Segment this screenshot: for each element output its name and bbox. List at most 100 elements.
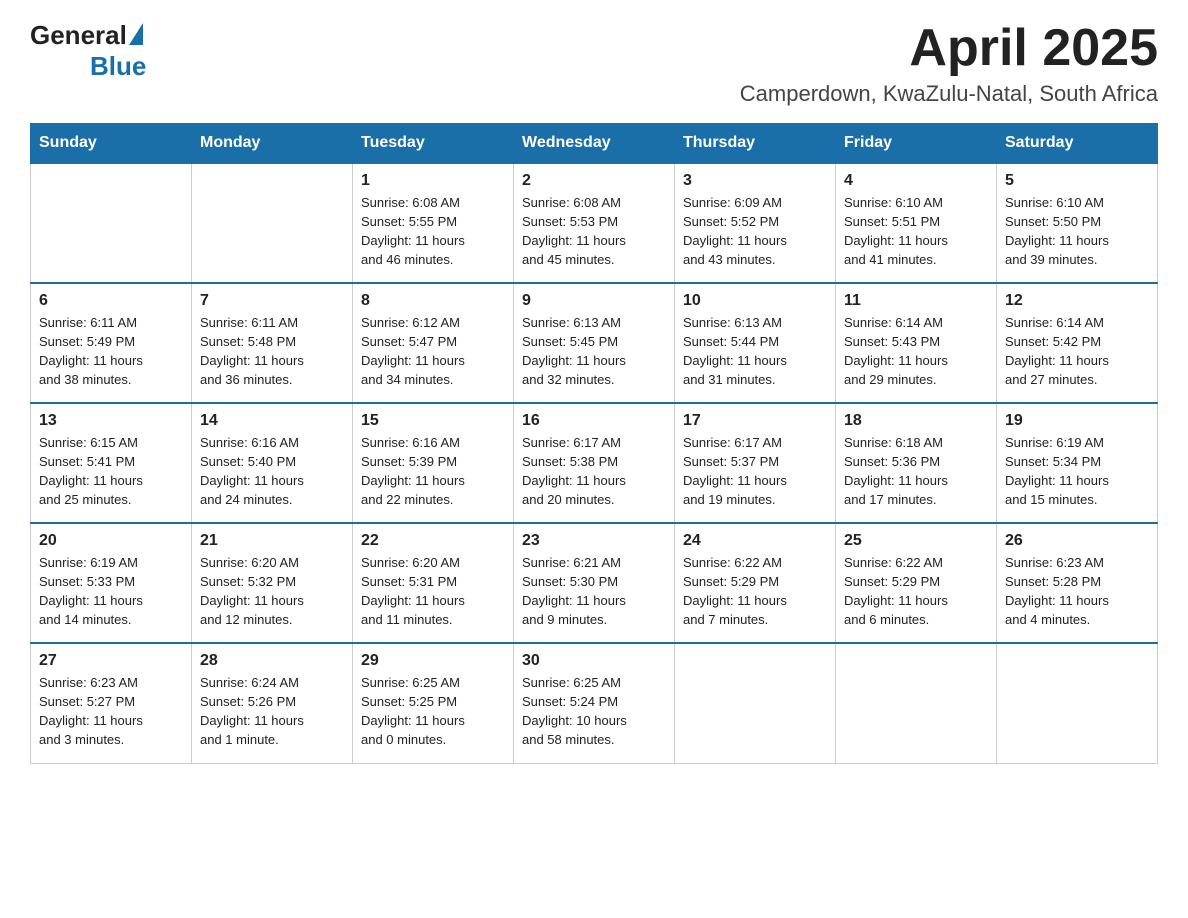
month-title: April 2025 — [740, 20, 1158, 77]
weekday-header-saturday: Saturday — [997, 124, 1158, 164]
calendar-cell: 14 Sunrise: 6:16 AM Sunset: 5:40 PM Dayli… — [192, 403, 353, 523]
title-area: April 2025 Camperdown, KwaZulu-Natal, So… — [740, 20, 1158, 107]
calendar-table: SundayMondayTuesdayWednesdayThursdayFrid… — [30, 123, 1158, 764]
calendar-week-row: 27 Sunrise: 6:23 AM Sunset: 5:27 PM Dayli… — [31, 643, 1158, 763]
day-number: 16 — [522, 412, 666, 430]
calendar-cell: 26Sunrise: 6:23 AM Sunset: 5:28 PM Dayli… — [997, 523, 1158, 643]
calendar-week-row: 1 Sunrise: 6:08 AM Sunset: 5:55 PM Daylig… — [31, 163, 1158, 283]
day-number: 29 — [361, 652, 505, 670]
day-info: Sunrise: 6:09 AM Sunset: 5:52 PM Dayligh… — [683, 194, 827, 269]
day-number: 28 — [200, 652, 344, 670]
calendar-cell: 16 Sunrise: 6:17 AM Sunset: 5:38 PM Dayli… — [514, 403, 675, 523]
day-info: Sunrise: 6:16 AM Sunset: 5:40 PM Dayligh… — [200, 434, 344, 509]
calendar-cell: 23 Sunrise: 6:21 AM Sunset: 5:30 PM Dayli… — [514, 523, 675, 643]
calendar-cell: 13 Sunrise: 6:15 AM Sunset: 5:41 PM Dayli… — [31, 403, 192, 523]
day-number: 10 — [683, 292, 827, 310]
day-info: Sunrise: 6:15 AM Sunset: 5:41 PM Dayligh… — [39, 434, 183, 509]
day-number: 15 — [361, 412, 505, 430]
day-number: 11 — [844, 292, 988, 310]
day-number: 21 — [200, 532, 344, 550]
day-info: Sunrise: 6:17 AM Sunset: 5:38 PM Dayligh… — [522, 434, 666, 509]
day-number: 1 — [361, 172, 505, 190]
calendar-cell — [997, 643, 1158, 763]
calendar-cell: 29 Sunrise: 6:25 AM Sunset: 5:25 PM Dayli… — [353, 643, 514, 763]
calendar-cell: 28 Sunrise: 6:24 AM Sunset: 5:26 PM Dayli… — [192, 643, 353, 763]
calendar-cell: 10 Sunrise: 6:13 AM Sunset: 5:44 PM Dayli… — [675, 283, 836, 403]
calendar-cell: 20Sunrise: 6:19 AM Sunset: 5:33 PM Dayli… — [31, 523, 192, 643]
day-info: Sunrise: 6:19 AM Sunset: 5:34 PM Dayligh… — [1005, 434, 1149, 509]
logo-blue-text: Blue — [90, 51, 146, 82]
calendar-cell: 8 Sunrise: 6:12 AM Sunset: 5:47 PM Daylig… — [353, 283, 514, 403]
day-number: 3 — [683, 172, 827, 190]
day-info: Sunrise: 6:23 AM Sunset: 5:27 PM Dayligh… — [39, 674, 183, 749]
day-number: 9 — [522, 292, 666, 310]
day-info: Sunrise: 6:25 AM Sunset: 5:25 PM Dayligh… — [361, 674, 505, 749]
day-info: Sunrise: 6:13 AM Sunset: 5:45 PM Dayligh… — [522, 314, 666, 389]
day-info: Sunrise: 6:20 AM Sunset: 5:31 PM Dayligh… — [361, 554, 505, 629]
day-info: Sunrise: 6:21 AM Sunset: 5:30 PM Dayligh… — [522, 554, 666, 629]
day-number: 20 — [39, 532, 183, 550]
calendar-cell: 15 Sunrise: 6:16 AM Sunset: 5:39 PM Dayli… — [353, 403, 514, 523]
day-number: 13 — [39, 412, 183, 430]
day-number: 17 — [683, 412, 827, 430]
day-info: Sunrise: 6:22 AM Sunset: 5:29 PM Dayligh… — [683, 554, 827, 629]
weekday-header-thursday: Thursday — [675, 124, 836, 164]
day-info: Sunrise: 6:11 AM Sunset: 5:49 PM Dayligh… — [39, 314, 183, 389]
day-number: 19 — [1005, 412, 1149, 430]
calendar-cell: 9 Sunrise: 6:13 AM Sunset: 5:45 PM Daylig… — [514, 283, 675, 403]
day-info: Sunrise: 6:08 AM Sunset: 5:55 PM Dayligh… — [361, 194, 505, 269]
day-number: 30 — [522, 652, 666, 670]
day-number: 24 — [683, 532, 827, 550]
day-number: 5 — [1005, 172, 1149, 190]
calendar-cell: 5 Sunrise: 6:10 AM Sunset: 5:50 PM Daylig… — [997, 163, 1158, 283]
day-number: 7 — [200, 292, 344, 310]
calendar-cell: 25 Sunrise: 6:22 AM Sunset: 5:29 PM Dayli… — [836, 523, 997, 643]
calendar-cell: 18Sunrise: 6:18 AM Sunset: 5:36 PM Dayli… — [836, 403, 997, 523]
calendar-cell: 27 Sunrise: 6:23 AM Sunset: 5:27 PM Dayli… — [31, 643, 192, 763]
weekday-header-row: SundayMondayTuesdayWednesdayThursdayFrid… — [31, 124, 1158, 164]
day-info: Sunrise: 6:13 AM Sunset: 5:44 PM Dayligh… — [683, 314, 827, 389]
day-info: Sunrise: 6:10 AM Sunset: 5:51 PM Dayligh… — [844, 194, 988, 269]
day-number: 23 — [522, 532, 666, 550]
day-info: Sunrise: 6:14 AM Sunset: 5:43 PM Dayligh… — [844, 314, 988, 389]
day-info: Sunrise: 6:24 AM Sunset: 5:26 PM Dayligh… — [200, 674, 344, 749]
calendar-cell: 21Sunrise: 6:20 AM Sunset: 5:32 PM Dayli… — [192, 523, 353, 643]
calendar-week-row: 20Sunrise: 6:19 AM Sunset: 5:33 PM Dayli… — [31, 523, 1158, 643]
calendar-cell: 6 Sunrise: 6:11 AM Sunset: 5:49 PM Daylig… — [31, 283, 192, 403]
logo-triangle-icon — [129, 23, 143, 45]
day-number: 6 — [39, 292, 183, 310]
calendar-cell: 11 Sunrise: 6:14 AM Sunset: 5:43 PM Dayli… — [836, 283, 997, 403]
logo: General Blue — [30, 20, 146, 82]
day-info: Sunrise: 6:10 AM Sunset: 5:50 PM Dayligh… — [1005, 194, 1149, 269]
calendar-cell — [31, 163, 192, 283]
day-info: Sunrise: 6:12 AM Sunset: 5:47 PM Dayligh… — [361, 314, 505, 389]
day-number: 27 — [39, 652, 183, 670]
day-number: 8 — [361, 292, 505, 310]
calendar-week-row: 13 Sunrise: 6:15 AM Sunset: 5:41 PM Dayli… — [31, 403, 1158, 523]
calendar-cell: 7Sunrise: 6:11 AM Sunset: 5:48 PM Daylig… — [192, 283, 353, 403]
calendar-cell: 17 Sunrise: 6:17 AM Sunset: 5:37 PM Dayli… — [675, 403, 836, 523]
calendar-cell — [836, 643, 997, 763]
day-info: Sunrise: 6:17 AM Sunset: 5:37 PM Dayligh… — [683, 434, 827, 509]
day-info: Sunrise: 6:16 AM Sunset: 5:39 PM Dayligh… — [361, 434, 505, 509]
day-number: 4 — [844, 172, 988, 190]
weekday-header-sunday: Sunday — [31, 124, 192, 164]
day-number: 12 — [1005, 292, 1149, 310]
day-info: Sunrise: 6:25 AM Sunset: 5:24 PM Dayligh… — [522, 674, 666, 749]
day-info: Sunrise: 6:22 AM Sunset: 5:29 PM Dayligh… — [844, 554, 988, 629]
day-number: 26 — [1005, 532, 1149, 550]
calendar-cell: 12 Sunrise: 6:14 AM Sunset: 5:42 PM Dayli… — [997, 283, 1158, 403]
location-title: Camperdown, KwaZulu-Natal, South Africa — [740, 81, 1158, 107]
calendar-cell: 1 Sunrise: 6:08 AM Sunset: 5:55 PM Daylig… — [353, 163, 514, 283]
calendar-cell — [192, 163, 353, 283]
header: General Blue April 2025 Camperdown, KwaZ… — [30, 20, 1158, 107]
day-info: Sunrise: 6:14 AM Sunset: 5:42 PM Dayligh… — [1005, 314, 1149, 389]
weekday-header-friday: Friday — [836, 124, 997, 164]
weekday-header-monday: Monday — [192, 124, 353, 164]
day-number: 14 — [200, 412, 344, 430]
logo-general-text: General — [30, 20, 127, 51]
day-number: 25 — [844, 532, 988, 550]
calendar-cell: 22Sunrise: 6:20 AM Sunset: 5:31 PM Dayli… — [353, 523, 514, 643]
calendar-cell: 2Sunrise: 6:08 AM Sunset: 5:53 PM Daylig… — [514, 163, 675, 283]
calendar-cell: 19 Sunrise: 6:19 AM Sunset: 5:34 PM Dayli… — [997, 403, 1158, 523]
